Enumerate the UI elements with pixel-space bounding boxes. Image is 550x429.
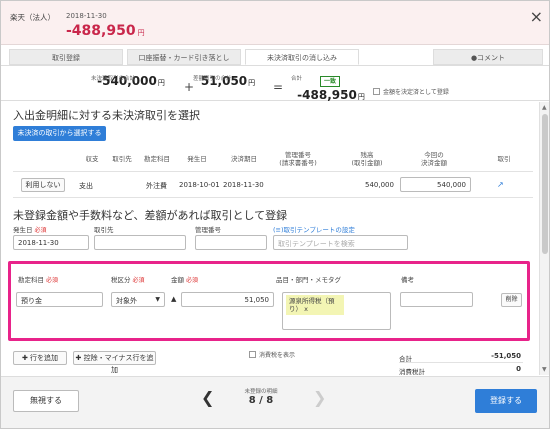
tax-total-value: 0 bbox=[516, 365, 521, 373]
section-diff-title: 未登録金額や手数料など、差額があれば取引として登録 bbox=[13, 209, 288, 222]
bank-name: 楽天（法人） bbox=[10, 13, 55, 22]
amount-sign-toggle[interactable]: ▲ bbox=[171, 295, 176, 303]
scroll-up-icon[interactable]: ▲ bbox=[542, 104, 547, 111]
plus-icon: ✚ bbox=[21, 354, 31, 362]
col-type: 収支 bbox=[85, 155, 99, 163]
transaction-modal: 楽天（法人） 2018-11-30 -488,950 円 × 取引登録 口座振替・… bbox=[0, 0, 550, 429]
issue-date-label: 発生日 必須 bbox=[13, 226, 47, 234]
payment-amount-input[interactable]: 540,000 bbox=[400, 177, 471, 192]
settle-checkbox[interactable]: 金額を決定済として登録 bbox=[373, 87, 449, 96]
tax-label: 税区分 必須 bbox=[111, 276, 145, 284]
plus-icon: ✚ bbox=[75, 354, 84, 362]
col-partner: 取引先 bbox=[112, 155, 132, 163]
show-tax-checkbox[interactable]: 消費税を表示 bbox=[249, 350, 295, 359]
remove-tag-icon[interactable]: x bbox=[304, 305, 308, 313]
tab-bar: 取引登録 口座振替・カード引き落とし 未決済取引の消し込み ●コメント bbox=[1, 49, 549, 65]
col-account: 勘定科目 bbox=[144, 155, 170, 163]
row-account: 外注費 bbox=[146, 182, 167, 190]
note-input[interactable] bbox=[400, 292, 473, 307]
template-search-input[interactable]: 取引テンプレートを検索 bbox=[273, 235, 408, 250]
dropdown-caret-icon: ▼ bbox=[155, 296, 160, 303]
modal-header: 楽天（法人） 2018-11-30 -488,950 円 × bbox=[1, 1, 549, 45]
unuse-button[interactable]: 利用しない bbox=[21, 178, 65, 192]
section-unsettled-title: 入出金明細に対する未決済取引を選択 bbox=[13, 109, 200, 122]
unsettled-total: 未決済取引の合計 -540,000円 bbox=[91, 74, 165, 88]
next-arrow-icon[interactable]: ❯ bbox=[313, 388, 326, 407]
total-divider bbox=[399, 362, 523, 363]
row-issue-date: 2018-10-01 bbox=[179, 181, 220, 189]
select-unsettled-button[interactable]: 未決済の取引から選択する bbox=[13, 126, 106, 141]
equals-sign: = bbox=[273, 80, 284, 94]
add-row-button[interactable]: ✚ 行を追加 bbox=[13, 351, 67, 365]
control-no-input[interactable] bbox=[195, 235, 267, 250]
table-divider bbox=[13, 197, 533, 198]
statement-date: 2018-11-30 bbox=[66, 12, 107, 20]
scrollbar[interactable]: ▲ ▼ bbox=[539, 102, 549, 375]
statement-counter: 8 / 8 bbox=[248, 395, 274, 406]
summary-bar: 未決済取引の合計 -540,000円 + 差額取引の合計 51,050円 = 合… bbox=[1, 65, 549, 102]
tab-comment[interactable]: ●コメント bbox=[433, 49, 543, 65]
tax-total-label: 消費税計 bbox=[399, 368, 425, 376]
row-due-date: 2018-11-30 bbox=[223, 181, 264, 189]
col-due-date: 決済期日 bbox=[231, 155, 257, 163]
partner-label: 取引先 bbox=[94, 226, 114, 234]
col-payment: 今回の 決済金額 bbox=[421, 151, 447, 167]
amount-input[interactable]: 51,050 bbox=[181, 292, 274, 307]
template-settings-link[interactable]: (≡)取引テンプレートの設定 bbox=[273, 224, 355, 234]
tab-register[interactable]: 取引登録 bbox=[9, 49, 123, 65]
amount-label: 金額 必須 bbox=[171, 276, 199, 284]
table-divider bbox=[13, 171, 533, 172]
add-minus-row-button[interactable]: ✚ 控除・マイナス行を追加 bbox=[73, 351, 156, 374]
tab-transfer[interactable]: 口座振替・カード引き落とし bbox=[127, 49, 241, 65]
scroll-down-icon[interactable]: ▼ bbox=[542, 366, 547, 373]
withholding-tag: 源泉所得税（預 り） x bbox=[286, 295, 344, 315]
row-balance: 540,000 bbox=[365, 181, 394, 189]
item-tag-label: 品目・部門・メモタグ bbox=[276, 276, 341, 284]
scroll-thumb[interactable] bbox=[542, 114, 548, 254]
issue-date-input[interactable]: 2018-11-30 bbox=[13, 235, 89, 250]
tab-reconcile[interactable]: 未決済取引の消し込み bbox=[245, 49, 359, 65]
grand-total: 合計 一致-488,950円 bbox=[291, 76, 365, 102]
note-label: 備考 bbox=[401, 276, 414, 284]
col-control-no: 管理番号 (請求書番号) bbox=[279, 151, 317, 167]
match-badge: 一致 bbox=[319, 76, 340, 87]
account-input[interactable]: 預り金 bbox=[16, 292, 103, 307]
col-balance: 残高 (取引金額) bbox=[351, 151, 383, 167]
col-issue-date: 発生日 bbox=[187, 155, 207, 163]
tax-select[interactable]: 対象外 ▼ bbox=[111, 292, 165, 307]
partner-input[interactable] bbox=[94, 235, 186, 250]
statement-navigator: 未登録の明細 8 / 8 bbox=[231, 387, 291, 406]
edit-transaction-icon[interactable]: ↗ bbox=[497, 180, 504, 189]
control-no-label: 管理番号 bbox=[195, 226, 221, 234]
modal-footer: 無視する ❮ 未登録の明細 8 / 8 ❯ 登録する bbox=[1, 376, 549, 428]
statement-amount: -488,950 円 bbox=[66, 23, 145, 39]
prev-arrow-icon[interactable]: ❮ bbox=[201, 388, 214, 407]
col-transaction: 取引 bbox=[497, 155, 511, 163]
difference-total: 差額取引の合計 51,050円 bbox=[193, 74, 256, 88]
total-value: -51,050 bbox=[491, 352, 521, 360]
close-icon[interactable]: × bbox=[530, 7, 543, 26]
register-button[interactable]: 登録する bbox=[475, 389, 537, 413]
row-type: 支出 bbox=[79, 182, 93, 190]
ignore-button[interactable]: 無視する bbox=[13, 390, 79, 412]
account-label: 勘定科目 必須 bbox=[18, 276, 59, 284]
delete-row-button[interactable]: 削除 bbox=[501, 293, 522, 307]
